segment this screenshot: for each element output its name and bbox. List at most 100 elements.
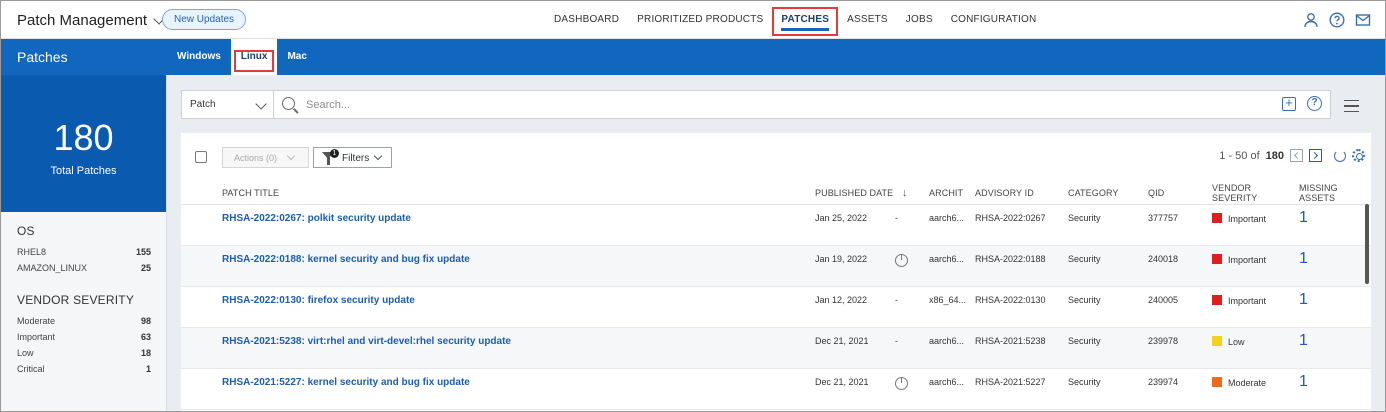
patch-title-cell: RHSA-2021:5227: kernel security and bug …: [181, 368, 815, 410]
missing-assets-link[interactable]: 1: [1299, 291, 1308, 308]
vendor-severity-cell: Important: [1212, 204, 1300, 246]
search-type-value: Patch: [190, 99, 216, 110]
highlight-box: [233, 50, 275, 72]
tab-windows[interactable]: Windows: [167, 39, 231, 75]
col-category[interactable]: CATEGORY: [1068, 183, 1149, 205]
new-updates-button[interactable]: New Updates: [162, 9, 247, 30]
search-type-select[interactable]: Patch: [182, 91, 274, 118]
severity-item-name: Moderate: [17, 316, 56, 326]
col-published-date-label: PUBLISHED DATE: [815, 188, 894, 199]
patch-title-cell: RHSA-2022:0130: firefox security update: [181, 286, 815, 328]
menu-icon[interactable]: [1344, 100, 1359, 112]
select-all-checkbox[interactable]: [195, 151, 207, 163]
patches-panel: Actions (0) 1 Filters 1 - 50 of 180 PATC…: [181, 133, 1372, 411]
severity-heading: VENDOR SEVERITY: [17, 293, 135, 307]
os-item-amazon-linux[interactable]: AMAZON_LINUX 25: [17, 260, 151, 276]
tab-linux[interactable]: Linux: [230, 39, 278, 75]
severity-item-count: 63: [140, 332, 151, 342]
severity-item-count: 18: [140, 348, 151, 358]
reboot-value: -: [895, 212, 898, 223]
reboot-cell: -: [895, 327, 930, 369]
nav-assets[interactable]: ASSETS: [838, 1, 897, 39]
severity-label: Moderate: [1228, 377, 1267, 388]
top-icons: [1303, 12, 1371, 28]
severity-item-name: Critical: [17, 364, 45, 374]
severity-item-important[interactable]: Important 63: [17, 329, 151, 345]
severity-item-count: 1: [145, 364, 151, 374]
table-row[interactable]: RHSA-2021:5227: kernel security and bug …: [181, 368, 1372, 410]
table-row[interactable]: RHSA-2022:0267: polkit security update J…: [181, 204, 1372, 246]
severity-item-low[interactable]: Low 18: [17, 345, 151, 361]
search-input[interactable]: [306, 95, 1266, 115]
missing-assets-cell: 1: [1299, 368, 1372, 410]
severity-item-moderate[interactable]: Moderate 98: [17, 313, 151, 329]
filters-label: Filters: [342, 153, 370, 164]
col-patch-title[interactable]: PATCH TITLE: [181, 183, 815, 205]
prev-page-icon[interactable]: [1290, 149, 1303, 162]
patch-title-link[interactable]: RHSA-2022:0130: firefox security update: [222, 295, 415, 306]
os-item-rhel8[interactable]: RHEL8 155: [17, 244, 151, 260]
architecture-cell: aarch6...: [929, 245, 976, 287]
published-date-cell: Jan 12, 2022: [815, 286, 895, 328]
col-qid[interactable]: QID: [1148, 183, 1213, 205]
qid-cell: 239978: [1148, 327, 1213, 369]
missing-assets-link[interactable]: 1: [1299, 250, 1308, 267]
os-item-count: 155: [135, 247, 151, 257]
gear-icon[interactable]: [1352, 149, 1365, 162]
mail-icon[interactable]: [1355, 12, 1371, 28]
missing-assets-cell: 1: [1299, 327, 1372, 369]
missing-assets-link[interactable]: 1: [1299, 209, 1308, 226]
nav-patches[interactable]: PATCHES: [772, 1, 839, 39]
app-window: Patch Management New Updates DASHBOARD P…: [0, 0, 1386, 412]
col-advisory-id[interactable]: ADVISORY ID: [975, 183, 1069, 205]
nav-dashboard[interactable]: DASHBOARD: [545, 1, 628, 39]
qid-cell: 239974: [1148, 368, 1213, 410]
missing-assets-link[interactable]: 1: [1299, 332, 1308, 349]
table-header-row: PATCH TITLE PUBLISHED DATE ↓ ARCHIT ADVI…: [181, 183, 1372, 205]
add-query-icon[interactable]: +: [1282, 96, 1296, 111]
patch-title-link[interactable]: RHSA-2021:5227: kernel security and bug …: [222, 377, 470, 388]
col-vendor-severity[interactable]: VENDOR SEVERITY: [1212, 183, 1300, 205]
chevron-down-icon: [373, 151, 383, 161]
patch-title-link[interactable]: RHSA-2021:5238: virt:rhel and virt-devel…: [222, 336, 511, 347]
col-missing-assets[interactable]: MISSING ASSETS: [1299, 183, 1372, 205]
search-help-icon[interactable]: ?: [1307, 96, 1322, 111]
missing-assets-link[interactable]: 1: [1299, 373, 1308, 390]
actions-button[interactable]: Actions (0): [222, 147, 309, 168]
user-icon[interactable]: [1303, 12, 1319, 28]
table-scrollbar[interactable]: [1365, 204, 1369, 284]
severity-item-critical[interactable]: Critical 1: [17, 361, 151, 377]
col-published-date[interactable]: PUBLISHED DATE ↓: [815, 183, 930, 205]
missing-assets-cell: 1: [1299, 204, 1372, 246]
filters-button[interactable]: 1 Filters: [313, 147, 392, 168]
os-filter-group: OS RHEL8 155 AMAZON_LINUX 25: [17, 224, 151, 276]
table-row[interactable]: RHSA-2022:0188: kernel security and bug …: [181, 245, 1372, 287]
col-architecture[interactable]: ARCHIT: [929, 183, 976, 205]
reboot-value: -: [895, 335, 898, 346]
patch-title-link[interactable]: RHSA-2022:0267: polkit security update: [222, 213, 411, 224]
refresh-icon[interactable]: [1334, 149, 1346, 162]
published-date-cell: Dec 21, 2021: [815, 368, 895, 410]
next-page-icon[interactable]: [1309, 149, 1322, 162]
pagination: 1 - 50 of 180: [1219, 149, 1365, 162]
app-switcher[interactable]: Patch Management: [17, 12, 165, 29]
severity-color-box: [1212, 294, 1223, 305]
patch-title-link[interactable]: RHSA-2022:0188: kernel security and bug …: [222, 254, 470, 265]
vendor-severity-cell: Important: [1212, 245, 1300, 287]
architecture-cell: aarch6...: [929, 327, 976, 369]
nav-jobs[interactable]: JOBS: [897, 1, 942, 39]
help-icon[interactable]: [1329, 12, 1345, 28]
search-icon: [282, 97, 295, 110]
tab-mac[interactable]: Mac: [277, 39, 316, 75]
nav-configuration[interactable]: CONFIGURATION: [942, 1, 1046, 39]
reboot-required-icon: [895, 376, 908, 390]
severity-item-name: Low: [17, 348, 34, 358]
table-row[interactable]: RHSA-2021:5238: virt:rhel and virt-devel…: [181, 327, 1372, 369]
category-cell: Security: [1068, 327, 1149, 369]
severity-label: Important: [1228, 213, 1267, 224]
table-row[interactable]: RHSA-2022:0130: firefox security update …: [181, 286, 1372, 328]
published-date-cell: Jan 25, 2022: [815, 204, 895, 246]
reboot-value: -: [895, 294, 898, 305]
nav-prioritized-products[interactable]: PRIORITIZED PRODUCTS: [628, 1, 772, 39]
category-cell: Security: [1068, 368, 1149, 410]
